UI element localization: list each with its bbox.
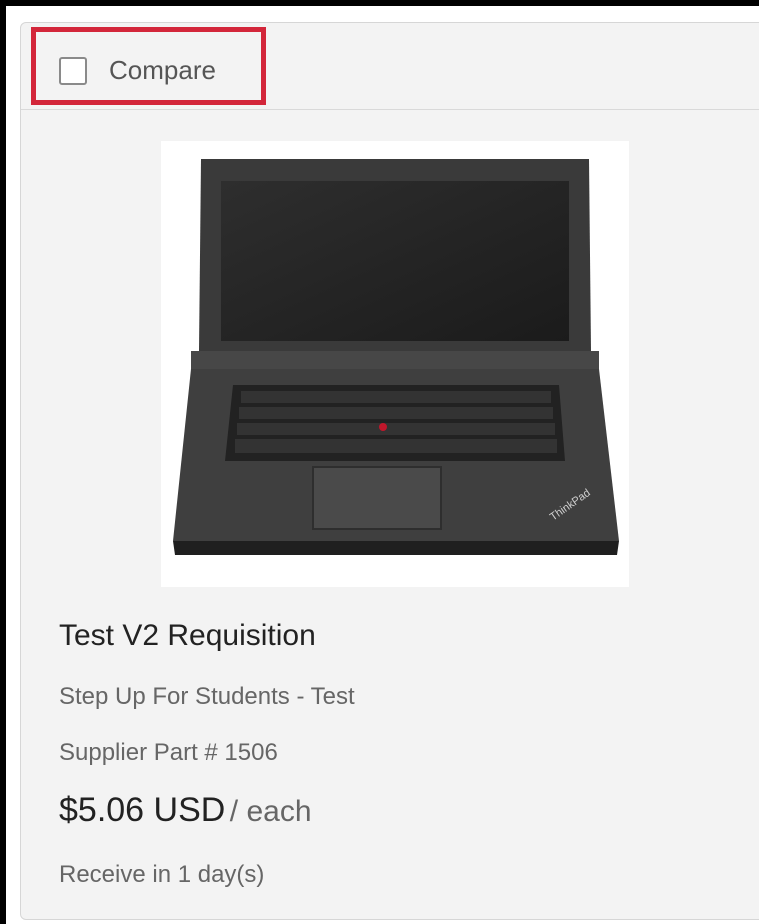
laptop-image: ThinkPad [173,159,619,555]
compare-toggle[interactable]: Compare [59,55,216,86]
supplier-part-number: Supplier Part # 1506 [59,739,278,766]
price: $5.06 USD [59,791,226,829]
compare-checkbox[interactable] [59,56,87,85]
card-header: Compare [21,23,759,110]
delivery-estimate: Receive in 1 day(s) [59,861,265,888]
supplier-name[interactable]: Step Up For Students - Test [59,683,355,711]
price-unit: / each [229,795,312,828]
compare-label: Compare [109,55,216,85]
product-card[interactable]: Compare ThinkPad Test V2 Requisition Ste… [20,22,759,920]
price-row: $5.06 USD / each [59,791,312,830]
page-frame: Compare ThinkPad Test V2 Requisition Ste… [0,0,759,924]
product-title[interactable]: Test V2 Requisition [59,619,316,653]
product-image[interactable]: ThinkPad [161,141,629,587]
